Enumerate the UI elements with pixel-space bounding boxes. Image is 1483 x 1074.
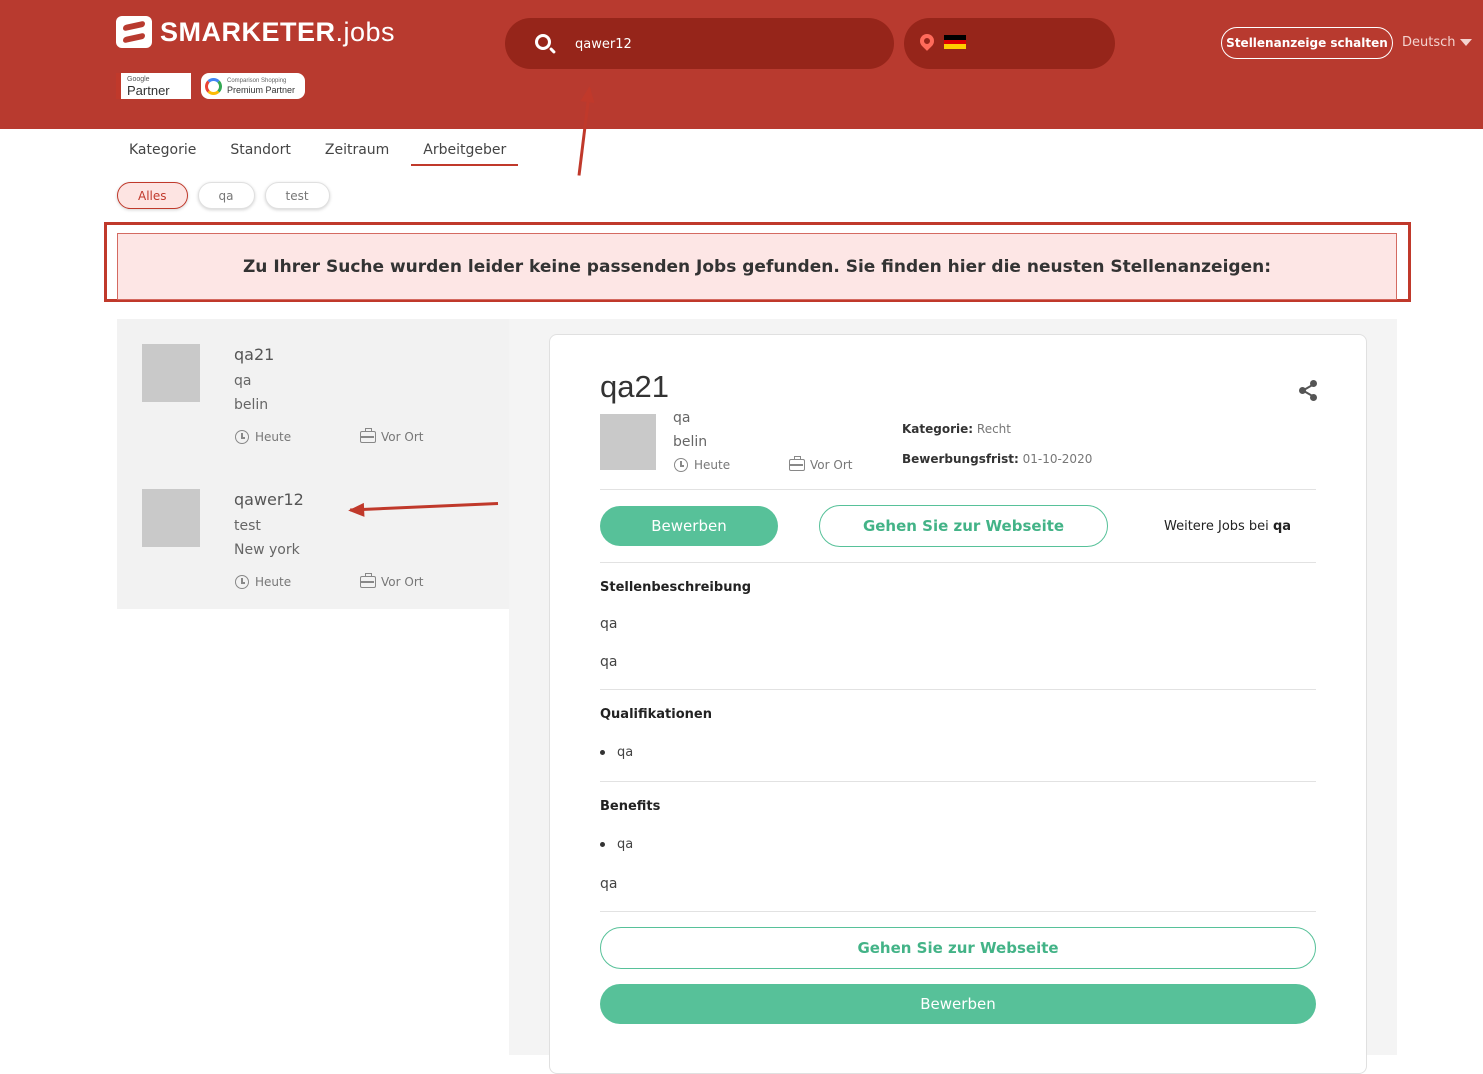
employer-chips: Alles qa test [117, 182, 340, 209]
job-company: qa [234, 373, 252, 389]
logo-suffix: .jobs [335, 16, 396, 47]
benefits-text: qa [600, 876, 618, 892]
detail-company: qa [673, 410, 691, 426]
job-title: qawer12 [234, 490, 304, 509]
divider [600, 489, 1316, 490]
annotation-arrow-search [577, 87, 592, 176]
location-selector[interactable] [904, 18, 1115, 69]
apply-button-bottom[interactable]: Bewerben [600, 984, 1316, 1024]
detail-type: Vor Ort [789, 456, 852, 472]
job-date: Heute [235, 575, 291, 589]
briefcase-icon [360, 428, 376, 443]
description-text: qa [600, 616, 618, 632]
language-selector[interactable]: Deutsch [1402, 35, 1472, 50]
logo-mark-icon [116, 16, 152, 48]
job-location: New york [234, 542, 300, 558]
briefcase-icon [789, 456, 805, 471]
filter-tabs: Kategorie Standort Zeitraum Arbeitgeber [117, 140, 528, 168]
chip-test[interactable]: test [264, 182, 330, 209]
logo-brand: SMARKETER [160, 16, 336, 47]
detail-deadline: Bewerbungsfrist: 01-10-2020 [902, 452, 1093, 466]
no-results-notice: Zu Ihrer Suche wurden leider keine passe… [117, 233, 1397, 300]
search-input[interactable] [575, 32, 875, 56]
job-type: Vor Ort [360, 428, 423, 444]
tab-zeitraum[interactable]: Zeitraum [313, 140, 401, 166]
more-jobs-link[interactable]: Weitere Jobs bei qa [1164, 519, 1291, 534]
google-partner-badge: Google Partner [116, 73, 191, 99]
description-heading: Stellenbeschreibung [600, 580, 752, 595]
divider [600, 911, 1316, 912]
benefits-heading: Benefits [600, 799, 661, 814]
clock-icon [235, 575, 249, 589]
premium-partner-badge: Comparison Shopping Premium Partner [201, 73, 305, 99]
chip-alles[interactable]: Alles [117, 182, 188, 209]
detail-category: Kategorie: Recht [902, 422, 1011, 436]
job-detail-card: qa21 qa belin Heute Vor Ort Kategorie: R… [549, 334, 1367, 1074]
job-company: test [234, 518, 261, 534]
apply-button[interactable]: Bewerben [600, 506, 778, 546]
job-thumbnail [142, 489, 200, 547]
detail-location: belin [673, 434, 708, 450]
description-text: qa [600, 654, 618, 670]
germany-flag-icon[interactable] [944, 35, 966, 50]
briefcase-icon [360, 573, 376, 588]
website-button-bottom[interactable]: Gehen Sie zur Webseite [600, 927, 1316, 969]
location-pin-icon [917, 31, 937, 51]
job-list: qa21 qa belin Heute Vor Ort qawer12 test… [117, 319, 509, 609]
header-bar: SMARKETER.jobs Google Partner Comparison… [0, 0, 1483, 129]
clock-icon [235, 430, 249, 444]
clock-icon [674, 458, 688, 472]
job-thumbnail [142, 344, 200, 402]
tab-kategorie[interactable]: Kategorie [117, 140, 208, 166]
divider [600, 562, 1316, 563]
job-date: Heute [235, 430, 291, 444]
notice-highlight: Zu Ihrer Suche wurden leider keine passe… [104, 222, 1411, 302]
tab-arbeitgeber[interactable]: Arbeitgeber [411, 140, 519, 166]
job-list-item[interactable]: qawer12 test New york Heute Vor Ort [117, 464, 509, 609]
detail-title: qa21 [600, 369, 669, 404]
job-location: belin [234, 397, 269, 413]
logo[interactable]: SMARKETER.jobs [116, 16, 395, 48]
qualification-item: qa [600, 745, 633, 760]
divider [600, 689, 1316, 690]
search-box[interactable] [505, 18, 894, 69]
detail-date: Heute [674, 458, 730, 472]
website-button[interactable]: Gehen Sie zur Webseite [819, 505, 1108, 547]
chip-qa[interactable]: qa [197, 182, 255, 209]
job-title: qa21 [234, 345, 275, 364]
job-type: Vor Ort [360, 573, 423, 589]
post-job-ad-button[interactable]: Stellenanzeige schalten [1221, 27, 1393, 59]
google-g-icon [205, 77, 222, 95]
search-icon[interactable] [535, 34, 551, 50]
chevron-down-icon [1459, 39, 1472, 46]
job-list-item[interactable]: qa21 qa belin Heute Vor Ort [117, 319, 509, 464]
detail-thumbnail [600, 414, 656, 470]
benefit-item: qa [600, 837, 633, 852]
divider [600, 781, 1316, 782]
share-icon[interactable] [1299, 380, 1317, 401]
qualifications-heading: Qualifikationen [600, 707, 712, 722]
tab-standort[interactable]: Standort [218, 140, 303, 166]
